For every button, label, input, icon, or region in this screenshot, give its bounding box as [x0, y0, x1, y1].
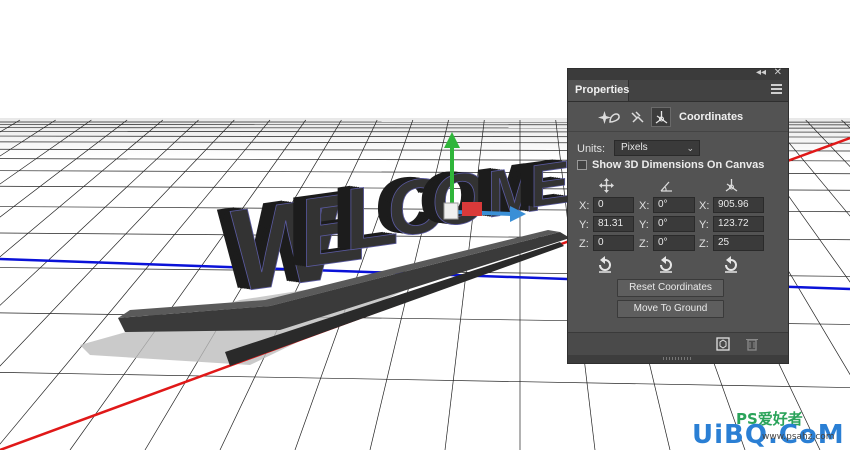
watermark-line3: www.psahz.com — [762, 432, 835, 442]
units-select[interactable]: Pixels ⌄ — [614, 140, 700, 156]
panel-section-icons: Coordinates — [568, 102, 788, 132]
rotation-z-label: Z: — [639, 238, 649, 250]
collapse-icon[interactable]: ◂◂ — [756, 67, 766, 78]
show-3d-dimensions-label: Show 3D Dimensions On Canvas — [592, 159, 765, 171]
rotate-icon — [656, 175, 676, 195]
move-to-ground-button[interactable]: Move To Ground — [617, 300, 724, 318]
position-z-label: Z: — [579, 238, 589, 250]
position-y-field[interactable]: 81.31 — [593, 216, 634, 232]
scale-y-label: Y: — [699, 219, 709, 231]
scale-y-field[interactable]: 123.72 — [713, 216, 764, 232]
deform-icon[interactable] — [627, 107, 647, 127]
scale-icon — [721, 175, 741, 195]
scale-x-label: X: — [699, 200, 710, 212]
position-y-label: Y: — [579, 219, 589, 231]
rotation-z-field[interactable]: 0° — [653, 235, 695, 251]
show-3d-dimensions-checkbox[interactable] — [577, 160, 587, 170]
letter-face: E — [530, 147, 570, 220]
rotation-x-label: X: — [639, 200, 650, 212]
position-x-label: X: — [579, 200, 590, 212]
scale-z-field[interactable]: 25 — [713, 235, 764, 251]
trash-icon[interactable] — [746, 337, 758, 351]
section-title: Coordinates — [679, 111, 744, 123]
watermark: PS爱好者 UiBQ.CoM www.psahz.com — [692, 408, 850, 450]
panel-footer — [568, 332, 788, 356]
reset-rotation-icon[interactable] — [657, 256, 675, 274]
panel-tab-row: Properties — [568, 80, 788, 102]
coordinates-icon[interactable] — [651, 107, 671, 127]
reset-coordinates-button[interactable]: Reset Coordinates — [617, 279, 724, 297]
move-icon — [596, 175, 616, 195]
tab-properties[interactable]: Properties — [568, 80, 629, 101]
close-icon[interactable]: ✕ — [774, 67, 782, 78]
units-label: Units: — [577, 143, 606, 155]
rotation-x-field[interactable]: 0° — [653, 197, 695, 213]
reset-position-icon[interactable] — [596, 256, 614, 274]
scale-x-field[interactable]: 905.96 — [713, 197, 764, 213]
scale-z-label: Z: — [699, 238, 709, 250]
mesh-icon[interactable] — [604, 107, 624, 127]
panel-menu-icon[interactable] — [771, 84, 782, 96]
position-x-field[interactable]: 0 — [593, 197, 634, 213]
panel-resize-grip[interactable] — [568, 355, 788, 363]
properties-panel: ◂◂ ✕ Properties Coordinates Units: Pixel… — [567, 67, 789, 364]
render-icon[interactable] — [716, 337, 730, 351]
reset-scale-icon[interactable] — [722, 256, 740, 274]
panel-titlebar: ◂◂ ✕ — [568, 67, 788, 80]
position-z-field[interactable]: 0 — [593, 235, 634, 251]
rotation-y-label: Y: — [639, 219, 649, 231]
rotation-y-field[interactable]: 0° — [653, 216, 695, 232]
